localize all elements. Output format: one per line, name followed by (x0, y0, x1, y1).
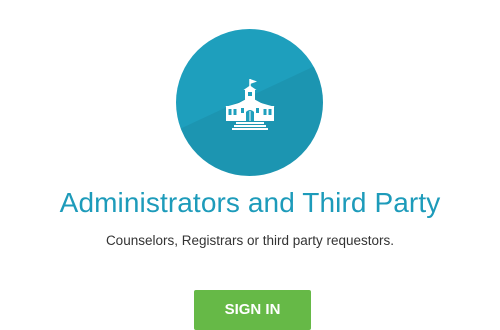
sign-in-button[interactable]: SIGN IN (194, 290, 311, 330)
school-building-icon (225, 79, 275, 130)
admin-third-party-card: Administrators and Third Party Counselor… (0, 0, 500, 330)
school-badge (176, 29, 323, 176)
card-subtitle: Counselors, Registrars or third party re… (105, 233, 395, 248)
card-title: Administrators and Third Party (59, 187, 441, 218)
